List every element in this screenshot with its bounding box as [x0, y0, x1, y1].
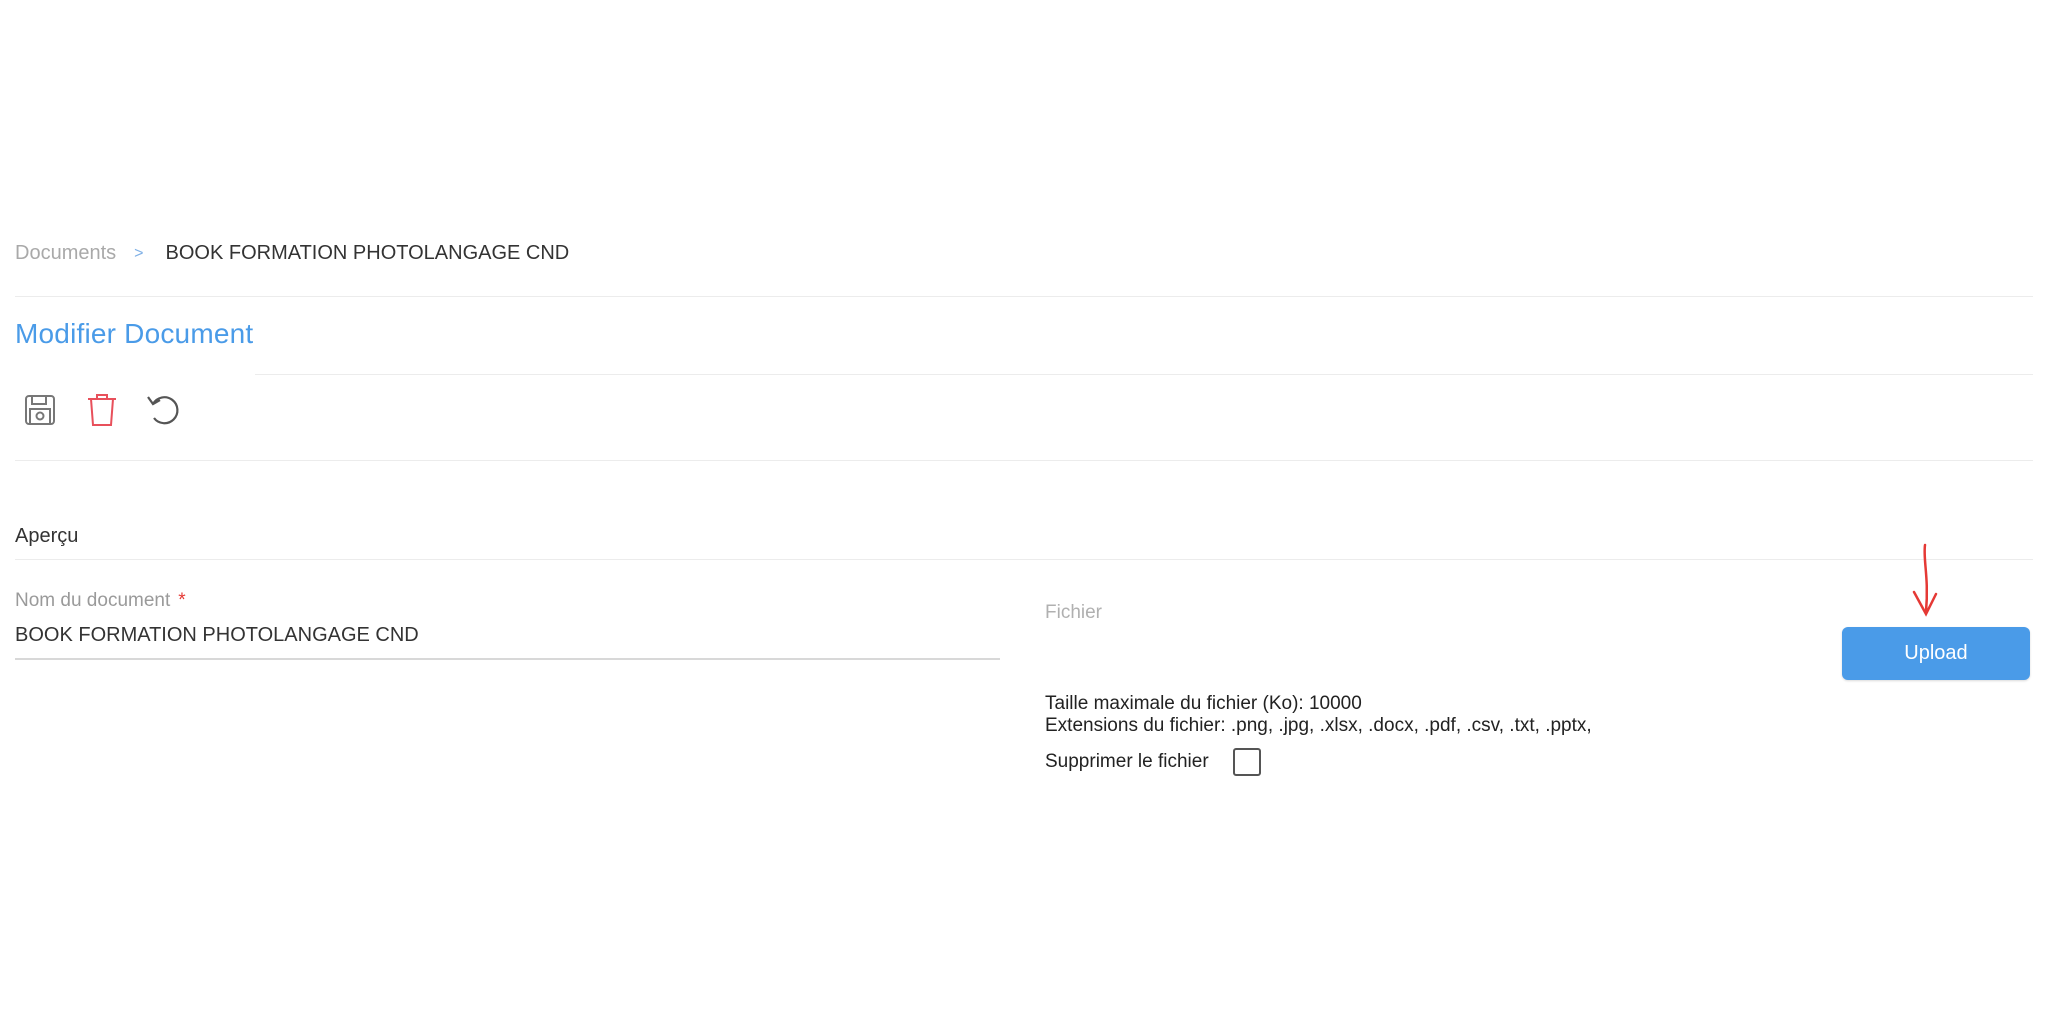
document-name-label-text: Nom du document: [15, 590, 171, 611]
document-name-input[interactable]: [15, 620, 1000, 660]
document-name-label: Nom du document *: [15, 590, 186, 612]
save-button[interactable]: [20, 390, 60, 430]
arrow-annotation-icon: [1912, 543, 1938, 617]
breadcrumb-separator: >: [134, 244, 144, 262]
toolbar: [20, 390, 184, 430]
section-title-apercu: Aperçu: [15, 525, 79, 547]
max-file-size-text: Taille maximale du fichier (Ko): 10000: [1045, 693, 1362, 714]
breadcrumb-current: BOOK FORMATION PHOTOLANGAGE CND: [165, 242, 570, 264]
undo-icon: [147, 396, 179, 425]
delete-file-label: Supprimer le fichier: [1045, 751, 1209, 772]
trash-icon: [88, 394, 116, 426]
file-label: Fichier: [1045, 602, 1103, 623]
upload-button[interactable]: Upload: [1842, 627, 2030, 680]
breadcrumb-documents-link[interactable]: Documents: [15, 242, 116, 265]
required-marker: *: [178, 590, 186, 611]
divider: [15, 460, 2033, 461]
undo-button[interactable]: [144, 390, 184, 430]
page-title: Modifier Document: [15, 318, 254, 349]
save-icon: [25, 395, 55, 425]
divider: [15, 559, 2033, 560]
breadcrumb: Documents > BOOK FORMATION PHOTOLANGAGE …: [15, 242, 569, 265]
file-info: Taille maximale du fichier (Ko): 10000 E…: [1045, 693, 1592, 737]
delete-file-row: Supprimer le fichier: [1045, 748, 1261, 776]
delete-button[interactable]: [82, 390, 122, 430]
file-extensions-text: Extensions du fichier: .png, .jpg, .xlsx…: [1045, 715, 1592, 736]
delete-file-checkbox[interactable]: [1232, 748, 1261, 776]
document-edit-page: Documents > BOOK FORMATION PHOTOLANGAGE …: [0, 0, 2048, 1024]
divider: [255, 374, 2033, 375]
divider: [15, 296, 2033, 297]
